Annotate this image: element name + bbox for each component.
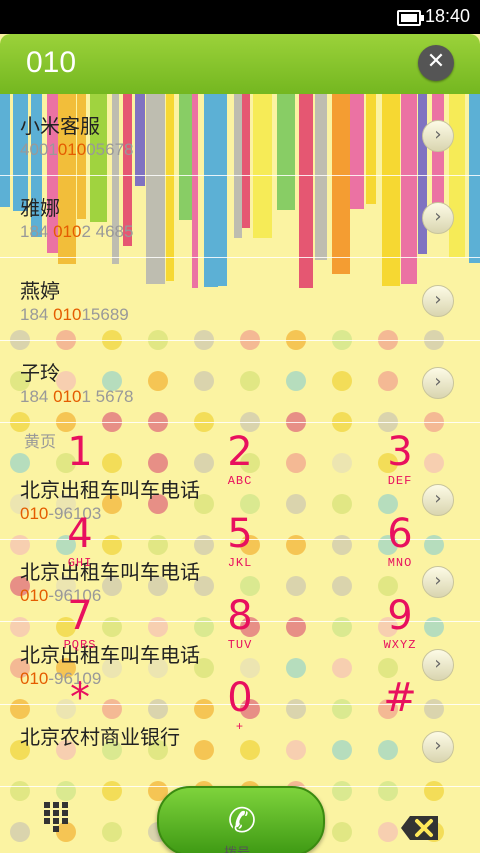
bottom-bar: ✆ 拨号 xyxy=(0,754,480,853)
chevron-right-icon[interactable]: › xyxy=(422,285,454,317)
contact-row[interactable]: 燕婷 184 01015689 › xyxy=(0,259,480,341)
key-1[interactable]: 1 xyxy=(0,420,160,502)
status-bar: 18:40 xyxy=(0,0,480,34)
key-8[interactable]: 8 TUV xyxy=(160,584,320,666)
contact-name: 燕婷 xyxy=(20,279,60,303)
chevron-right-icon[interactable]: › xyxy=(422,120,454,152)
contact-number: 184 0102 4685 xyxy=(20,222,134,241)
key-hash[interactable]: # xyxy=(320,666,480,748)
contact-number: 184 01015689 xyxy=(20,305,129,324)
key-0[interactable]: 0 + xyxy=(160,666,320,748)
dialer-screen: 010 ✕ 小米客服 400101005678 › 雅娜 184 0102 46… xyxy=(0,34,480,853)
key-3[interactable]: 3 DEF xyxy=(320,420,480,502)
search-header: 010 ✕ xyxy=(0,34,480,94)
call-label: 拨号 xyxy=(224,842,250,853)
key-9[interactable]: 9 WXYZ xyxy=(320,584,480,666)
dialpad-grid-icon[interactable] xyxy=(44,802,74,832)
contact-row[interactable]: 小米客服 400101005678 › xyxy=(0,94,480,176)
dial-query: 010 xyxy=(26,46,77,79)
clear-icon[interactable]: ✕ xyxy=(418,45,454,81)
battery-icon xyxy=(397,10,424,26)
contact-row[interactable]: 子玲 184 0101 5678 › xyxy=(0,341,480,423)
status-time: 18:40 xyxy=(424,6,470,26)
chevron-right-icon[interactable]: › xyxy=(422,367,454,399)
key-5[interactable]: 5 JKL xyxy=(160,502,320,584)
phone-icon: ✆ xyxy=(227,801,257,841)
contact-row[interactable]: 雅娜 184 0102 4685 › xyxy=(0,176,480,258)
contact-number: 184 0101 5678 xyxy=(20,387,134,406)
key-2[interactable]: 2 ABC xyxy=(160,420,320,502)
contact-name: 雅娜 xyxy=(20,196,60,220)
key-star[interactable]: * xyxy=(0,666,160,748)
key-6[interactable]: 6 MNO xyxy=(320,502,480,584)
dial-keypad: 1 2 ABC 3 DEF 4 GHI 5 JKL 6 MNO 7 PQRS 8 TUV 9W… xyxy=(0,420,480,750)
contact-number: 400101005678 xyxy=(20,140,134,159)
key-4[interactable]: 4 GHI xyxy=(0,502,160,584)
contact-name: 小米客服 xyxy=(20,114,100,138)
contact-name: 子玲 xyxy=(20,361,60,385)
backspace-icon[interactable] xyxy=(400,814,440,842)
key-7[interactable]: 7 PQRS xyxy=(0,584,160,666)
chevron-right-icon[interactable]: › xyxy=(422,202,454,234)
